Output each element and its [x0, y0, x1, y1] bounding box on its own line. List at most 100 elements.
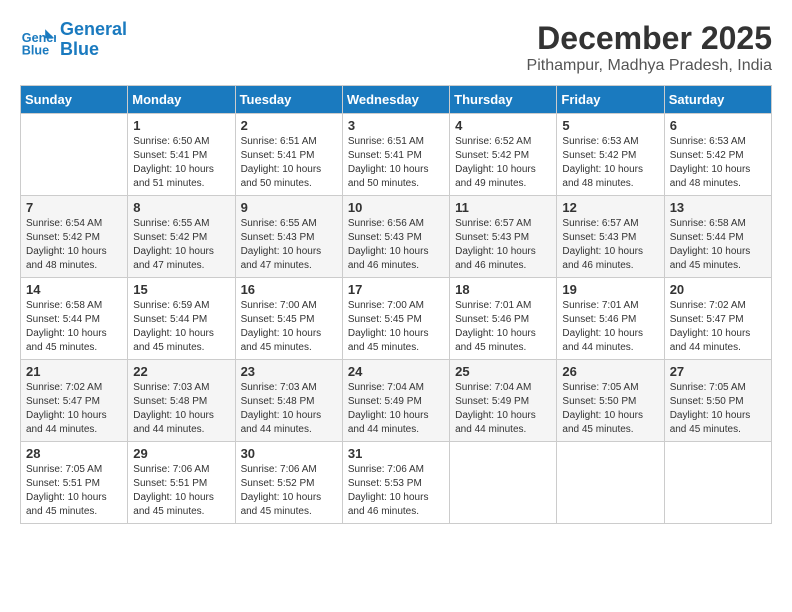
- day-info: Sunrise: 7:02 AMSunset: 5:47 PMDaylight:…: [26, 381, 122, 437]
- day-info: Sunrise: 6:57 AMSunset: 5:43 PMDaylight:…: [455, 217, 551, 273]
- day-info: Sunrise: 7:05 AMSunset: 5:50 PMDaylight:…: [670, 381, 766, 437]
- day-info: Sunrise: 7:01 AMSunset: 5:46 PMDaylight:…: [562, 299, 658, 355]
- svg-text:Blue: Blue: [22, 43, 49, 57]
- day-cell: 11Sunrise: 6:57 AMSunset: 5:43 PMDayligh…: [450, 196, 557, 278]
- day-cell: 8 Sunrise: 6:55 AMSunset: 5:42 PMDaylight…: [128, 196, 235, 278]
- day-cell: 30Sunrise: 7:06 AMSunset: 5:52 PMDayligh…: [235, 442, 342, 524]
- day-info: Sunrise: 6:52 AMSunset: 5:42 PMDaylight:…: [455, 135, 551, 191]
- day-number: 2: [241, 118, 337, 133]
- day-number: 4: [455, 118, 551, 133]
- logo: General Blue General Blue: [20, 20, 127, 60]
- day-number: 24: [348, 364, 444, 379]
- day-info: Sunrise: 6:51 AMSunset: 5:41 PMDaylight:…: [241, 135, 337, 191]
- day-number: 1: [133, 118, 229, 133]
- day-cell: [21, 114, 128, 196]
- day-cell: 21 Sunrise: 7:02 AMSunset: 5:47 PMDayligh…: [21, 360, 128, 442]
- day-cell: 27 Sunrise: 7:05 AMSunset: 5:50 PMDayligh…: [664, 360, 771, 442]
- day-number: 3: [348, 118, 444, 133]
- week-row-4: 21 Sunrise: 7:02 AMSunset: 5:47 PMDayligh…: [21, 360, 772, 442]
- day-number: 30: [241, 446, 337, 461]
- day-number: 29: [133, 446, 229, 461]
- day-cell: [450, 442, 557, 524]
- day-number: 18: [455, 282, 551, 297]
- day-info: Sunrise: 6:55 AMSunset: 5:42 PMDaylight:…: [133, 217, 229, 273]
- day-number: 9: [241, 200, 337, 215]
- header-thursday: Thursday: [450, 86, 557, 114]
- day-number: 21: [26, 364, 122, 379]
- day-cell: 19Sunrise: 7:01 AMSunset: 5:46 PMDayligh…: [557, 278, 664, 360]
- day-cell: 1 Sunrise: 6:50 AMSunset: 5:41 PMDaylight…: [128, 114, 235, 196]
- day-number: 10: [348, 200, 444, 215]
- day-info: Sunrise: 6:58 AMSunset: 5:44 PMDaylight:…: [26, 299, 122, 355]
- calendar-table: SundayMondayTuesdayWednesdayThursdayFrid…: [20, 85, 772, 524]
- day-number: 8: [133, 200, 229, 215]
- day-cell: 23Sunrise: 7:03 AMSunset: 5:48 PMDayligh…: [235, 360, 342, 442]
- day-cell: 15 Sunrise: 6:59 AMSunset: 5:44 PMDayligh…: [128, 278, 235, 360]
- day-number: 31: [348, 446, 444, 461]
- week-row-3: 14 Sunrise: 6:58 AMSunset: 5:44 PMDayligh…: [21, 278, 772, 360]
- location: Pithampur, Madhya Pradesh, India: [527, 57, 772, 75]
- day-info: Sunrise: 6:58 AMSunset: 5:44 PMDaylight:…: [670, 217, 766, 273]
- day-cell: 7Sunrise: 6:54 AMSunset: 5:42 PMDaylight…: [21, 196, 128, 278]
- day-cell: 4 Sunrise: 6:52 AMSunset: 5:42 PMDaylight…: [450, 114, 557, 196]
- day-number: 26: [562, 364, 658, 379]
- day-info: Sunrise: 7:02 AMSunset: 5:47 PMDaylight:…: [670, 299, 766, 355]
- day-number: 27: [670, 364, 766, 379]
- day-number: 15: [133, 282, 229, 297]
- day-cell: 29 Sunrise: 7:06 AMSunset: 5:51 PMDayligh…: [128, 442, 235, 524]
- header-sunday: Sunday: [21, 86, 128, 114]
- day-info: Sunrise: 7:00 AMSunset: 5:45 PMDaylight:…: [241, 299, 337, 355]
- day-number: 12: [562, 200, 658, 215]
- day-number: 16: [241, 282, 337, 297]
- logo-line2: Blue: [60, 40, 127, 60]
- week-row-2: 7Sunrise: 6:54 AMSunset: 5:42 PMDaylight…: [21, 196, 772, 278]
- day-info: Sunrise: 6:54 AMSunset: 5:42 PMDaylight:…: [26, 217, 122, 273]
- day-cell: 25 Sunrise: 7:04 AMSunset: 5:49 PMDayligh…: [450, 360, 557, 442]
- day-number: 22: [133, 364, 229, 379]
- header-wednesday: Wednesday: [342, 86, 449, 114]
- day-number: 5: [562, 118, 658, 133]
- day-info: Sunrise: 6:53 AMSunset: 5:42 PMDaylight:…: [562, 135, 658, 191]
- day-cell: 18 Sunrise: 7:01 AMSunset: 5:46 PMDayligh…: [450, 278, 557, 360]
- day-cell: 13 Sunrise: 6:58 AMSunset: 5:44 PMDayligh…: [664, 196, 771, 278]
- day-info: Sunrise: 7:04 AMSunset: 5:49 PMDaylight:…: [348, 381, 444, 437]
- day-cell: 16 Sunrise: 7:00 AMSunset: 5:45 PMDayligh…: [235, 278, 342, 360]
- day-cell: 9 Sunrise: 6:55 AMSunset: 5:43 PMDaylight…: [235, 196, 342, 278]
- day-info: Sunrise: 7:05 AMSunset: 5:50 PMDaylight:…: [562, 381, 658, 437]
- day-cell: 6 Sunrise: 6:53 AMSunset: 5:42 PMDaylight…: [664, 114, 771, 196]
- day-cell: [664, 442, 771, 524]
- day-info: Sunrise: 6:53 AMSunset: 5:42 PMDaylight:…: [670, 135, 766, 191]
- day-cell: 5 Sunrise: 6:53 AMSunset: 5:42 PMDaylight…: [557, 114, 664, 196]
- day-number: 17: [348, 282, 444, 297]
- title-block: December 2025 Pithampur, Madhya Pradesh,…: [527, 20, 772, 75]
- header-saturday: Saturday: [664, 86, 771, 114]
- header-friday: Friday: [557, 86, 664, 114]
- day-cell: 28Sunrise: 7:05 AMSunset: 5:51 PMDayligh…: [21, 442, 128, 524]
- day-info: Sunrise: 6:50 AMSunset: 5:41 PMDaylight:…: [133, 135, 229, 191]
- week-row-1: 1 Sunrise: 6:50 AMSunset: 5:41 PMDaylight…: [21, 114, 772, 196]
- day-info: Sunrise: 7:04 AMSunset: 5:49 PMDaylight:…: [455, 381, 551, 437]
- day-info: Sunrise: 6:56 AMSunset: 5:43 PMDaylight:…: [348, 217, 444, 273]
- calendar-header-row: SundayMondayTuesdayWednesdayThursdayFrid…: [21, 86, 772, 114]
- day-number: 6: [670, 118, 766, 133]
- day-info: Sunrise: 6:59 AMSunset: 5:44 PMDaylight:…: [133, 299, 229, 355]
- day-cell: 14 Sunrise: 6:58 AMSunset: 5:44 PMDayligh…: [21, 278, 128, 360]
- day-cell: 17Sunrise: 7:00 AMSunset: 5:45 PMDayligh…: [342, 278, 449, 360]
- day-cell: 3 Sunrise: 6:51 AMSunset: 5:41 PMDaylight…: [342, 114, 449, 196]
- day-info: Sunrise: 7:03 AMSunset: 5:48 PMDaylight:…: [133, 381, 229, 437]
- day-info: Sunrise: 7:06 AMSunset: 5:51 PMDaylight:…: [133, 463, 229, 519]
- day-info: Sunrise: 7:05 AMSunset: 5:51 PMDaylight:…: [26, 463, 122, 519]
- day-info: Sunrise: 7:01 AMSunset: 5:46 PMDaylight:…: [455, 299, 551, 355]
- day-cell: 26 Sunrise: 7:05 AMSunset: 5:50 PMDayligh…: [557, 360, 664, 442]
- day-number: 25: [455, 364, 551, 379]
- month-title: December 2025: [527, 20, 772, 57]
- day-number: 13: [670, 200, 766, 215]
- day-info: Sunrise: 6:55 AMSunset: 5:43 PMDaylight:…: [241, 217, 337, 273]
- day-info: Sunrise: 6:57 AMSunset: 5:43 PMDaylight:…: [562, 217, 658, 273]
- day-cell: 10 Sunrise: 6:56 AMSunset: 5:43 PMDayligh…: [342, 196, 449, 278]
- day-number: 14: [26, 282, 122, 297]
- day-info: Sunrise: 6:51 AMSunset: 5:41 PMDaylight:…: [348, 135, 444, 191]
- page-header: General Blue General Blue December 2025 …: [20, 20, 772, 75]
- day-number: 20: [670, 282, 766, 297]
- calendar-body: 1 Sunrise: 6:50 AMSunset: 5:41 PMDaylight…: [21, 114, 772, 524]
